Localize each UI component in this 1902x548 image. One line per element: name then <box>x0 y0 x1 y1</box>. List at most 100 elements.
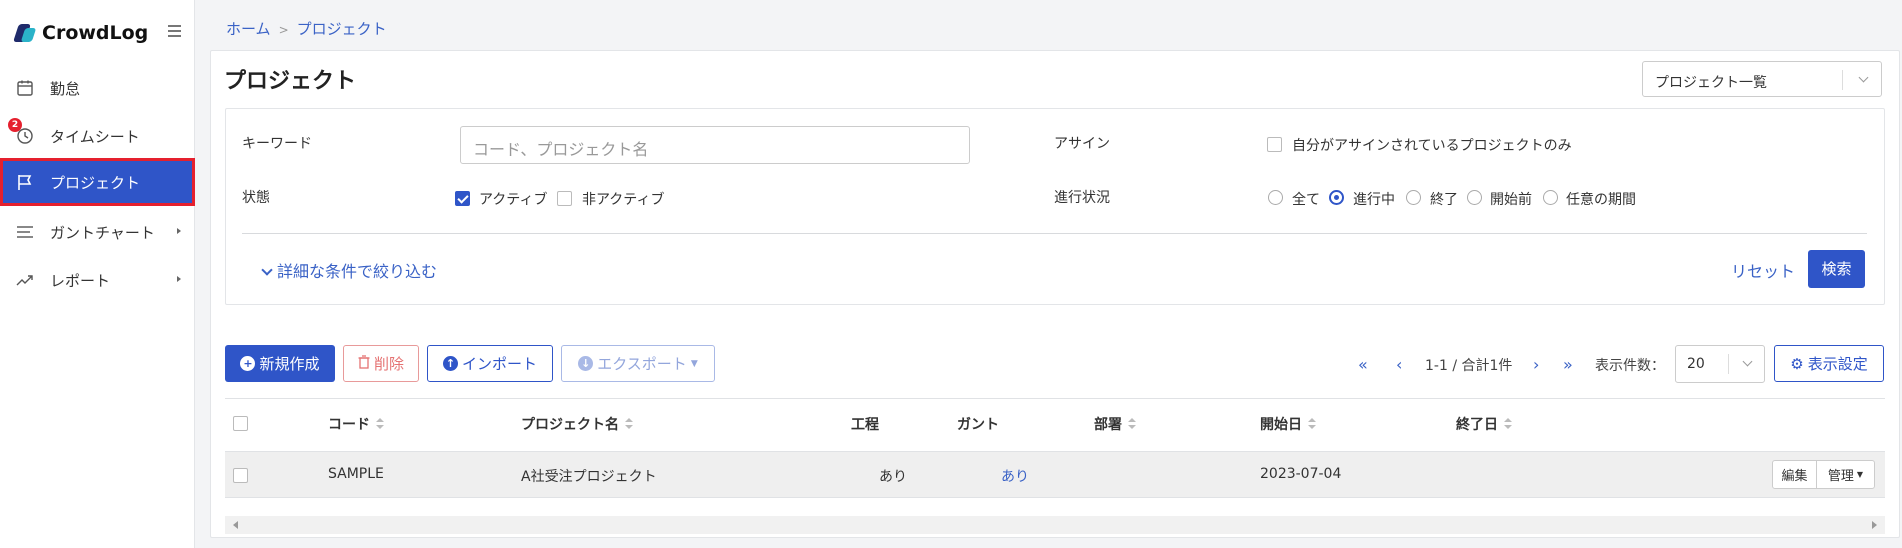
cell-code: SAMPLE <box>328 466 384 482</box>
status-inactive-checkbox[interactable] <box>557 191 572 206</box>
trend-icon <box>16 271 34 289</box>
column-header-code[interactable]: コード <box>328 414 384 434</box>
chevron-down-icon <box>1742 356 1753 367</box>
sidebar: CrowdLog 勤怠 タイムシート 2 プロジェクト ガントチャート レポート <box>0 0 195 548</box>
status-inactive-label: 非アクティブ <box>582 192 665 208</box>
import-button-label: インポート <box>461 355 537 373</box>
export-button-label: エクスポート <box>597 355 687 373</box>
progress-radio-finished[interactable] <box>1406 190 1421 205</box>
table-row[interactable] <box>225 451 1885 498</box>
delete-button[interactable]: 削除 <box>343 345 419 382</box>
column-header-end[interactable]: 終了日 <box>1456 414 1512 434</box>
display-settings-button[interactable]: ⚙ 表示設定 <box>1774 345 1884 382</box>
crowdlog-logo-icon <box>13 22 37 44</box>
prev-page-icon[interactable]: ‹ <box>1396 355 1402 374</box>
view-select-value: プロジェクト一覧 <box>1655 75 1767 91</box>
breadcrumb-separator: > <box>278 23 289 37</box>
progress-radio-all[interactable] <box>1268 190 1283 205</box>
progress-radio-not-started[interactable] <box>1467 190 1482 205</box>
scroll-left-icon[interactable] <box>233 521 238 529</box>
progress-radio-custom[interactable] <box>1543 190 1558 205</box>
view-select[interactable]: プロジェクト一覧 <box>1642 61 1882 97</box>
menu-toggle-icon[interactable] <box>168 25 181 37</box>
manage-button[interactable]: 管理 ▼ <box>1816 460 1875 489</box>
progress-option-label: 開始前 <box>1490 192 1532 208</box>
status-active-label: アクティブ <box>479 192 548 208</box>
keyword-input[interactable]: コード、プロジェクト名 <box>460 126 970 164</box>
upload-icon: ↑ <box>442 356 458 371</box>
sidebar-item-label: 勤怠 <box>50 79 81 98</box>
per-page-value: 20 <box>1687 356 1705 372</box>
column-header-name[interactable]: プロジェクト名 <box>521 414 633 434</box>
edit-button[interactable]: 編集 <box>1772 460 1817 489</box>
sort-icon <box>1128 418 1136 430</box>
progress-option-label: 全て <box>1292 192 1320 208</box>
breadcrumb: ホーム > プロジェクト <box>226 18 387 39</box>
sidebar-item-label: ガントチャート <box>50 223 155 242</box>
sort-icon <box>1504 418 1512 430</box>
column-header-dept[interactable]: 部署 <box>1094 414 1136 434</box>
app-logo[interactable]: CrowdLog <box>13 22 149 44</box>
status-active-checkbox[interactable] <box>455 191 470 206</box>
more-conditions-label: 詳細な条件で絞り込む <box>277 262 438 281</box>
cell-gantt-link[interactable]: あり <box>1001 466 1029 486</box>
new-button[interactable]: + 新規作成 <box>225 345 335 382</box>
column-header-start[interactable]: 開始日 <box>1260 414 1316 434</box>
display-settings-label: 表示設定 <box>1807 355 1868 373</box>
chevron-right-icon <box>177 228 181 234</box>
chevron-down-icon <box>261 264 273 276</box>
sort-icon <box>376 418 384 430</box>
horizontal-scrollbar[interactable] <box>225 516 1885 534</box>
sidebar-item-report[interactable]: レポート <box>0 256 195 304</box>
progress-option-label: 進行中 <box>1353 192 1395 208</box>
download-icon: ↓ <box>578 356 594 371</box>
sidebar-item-attendance[interactable]: 勤怠 <box>0 64 195 112</box>
per-page-select[interactable]: 20 <box>1675 345 1765 383</box>
chevron-right-icon <box>177 276 181 282</box>
pagination-info: 1-1 / 合計1件 <box>1425 358 1513 374</box>
row-checkbox[interactable] <box>233 468 248 483</box>
breadcrumb-home[interactable]: ホーム <box>226 20 271 38</box>
sort-icon <box>1308 418 1316 430</box>
sidebar-item-gantt[interactable]: ガントチャート <box>0 208 195 256</box>
assign-checkbox[interactable] <box>1267 137 1282 152</box>
more-conditions-link[interactable]: 詳細な条件で絞り込む <box>261 258 438 282</box>
cell-name[interactable]: A社受注プロジェクト <box>521 466 657 486</box>
scroll-right-icon[interactable] <box>1872 521 1877 529</box>
calendar-icon <box>16 79 34 97</box>
page-title: プロジェクト <box>224 69 357 94</box>
sidebar-item-project[interactable]: プロジェクト <box>0 158 195 206</box>
progress-label: 進行状況 <box>1054 190 1110 206</box>
select-all-checkbox[interactable] <box>233 416 248 431</box>
search-button[interactable]: 検索 <box>1808 250 1865 288</box>
column-header-label: 部署 <box>1094 417 1122 433</box>
chevron-down-icon <box>1858 72 1869 83</box>
last-page-icon[interactable]: » <box>1563 355 1573 374</box>
sort-icon <box>625 418 633 430</box>
progress-option-label: 終了 <box>1430 192 1458 208</box>
sidebar-item-label: プロジェクト <box>50 173 141 192</box>
first-page-icon[interactable]: « <box>1358 355 1368 374</box>
next-page-icon[interactable]: › <box>1533 355 1539 374</box>
plus-circle-icon: + <box>240 356 256 371</box>
new-button-label: 新規作成 <box>259 355 320 373</box>
import-button[interactable]: ↑ インポート <box>427 345 553 382</box>
reset-button[interactable]: リセット <box>1731 258 1795 282</box>
gear-icon: ⚙ <box>1790 354 1804 373</box>
column-header-label: 開始日 <box>1260 417 1302 433</box>
sidebar-item-timesheet[interactable]: タイムシート <box>0 112 195 160</box>
trash-icon <box>358 354 370 373</box>
app-name: CrowdLog <box>42 22 149 44</box>
progress-radio-in-progress[interactable] <box>1329 190 1344 205</box>
column-header-process: 工程 <box>851 417 879 433</box>
status-label: 状態 <box>242 190 270 206</box>
cell-process: あり <box>879 469 907 485</box>
flag-icon <box>16 173 34 191</box>
cell-start-date: 2023-07-04 <box>1260 466 1342 482</box>
sidebar-item-label: レポート <box>50 271 111 290</box>
column-header-label: 終了日 <box>1456 417 1498 433</box>
export-button[interactable]: ↓ エクスポート ▼ <box>561 345 715 382</box>
column-header-gantt: ガント <box>957 417 999 433</box>
column-header-label: コード <box>328 417 370 433</box>
breadcrumb-current[interactable]: プロジェクト <box>297 20 387 38</box>
